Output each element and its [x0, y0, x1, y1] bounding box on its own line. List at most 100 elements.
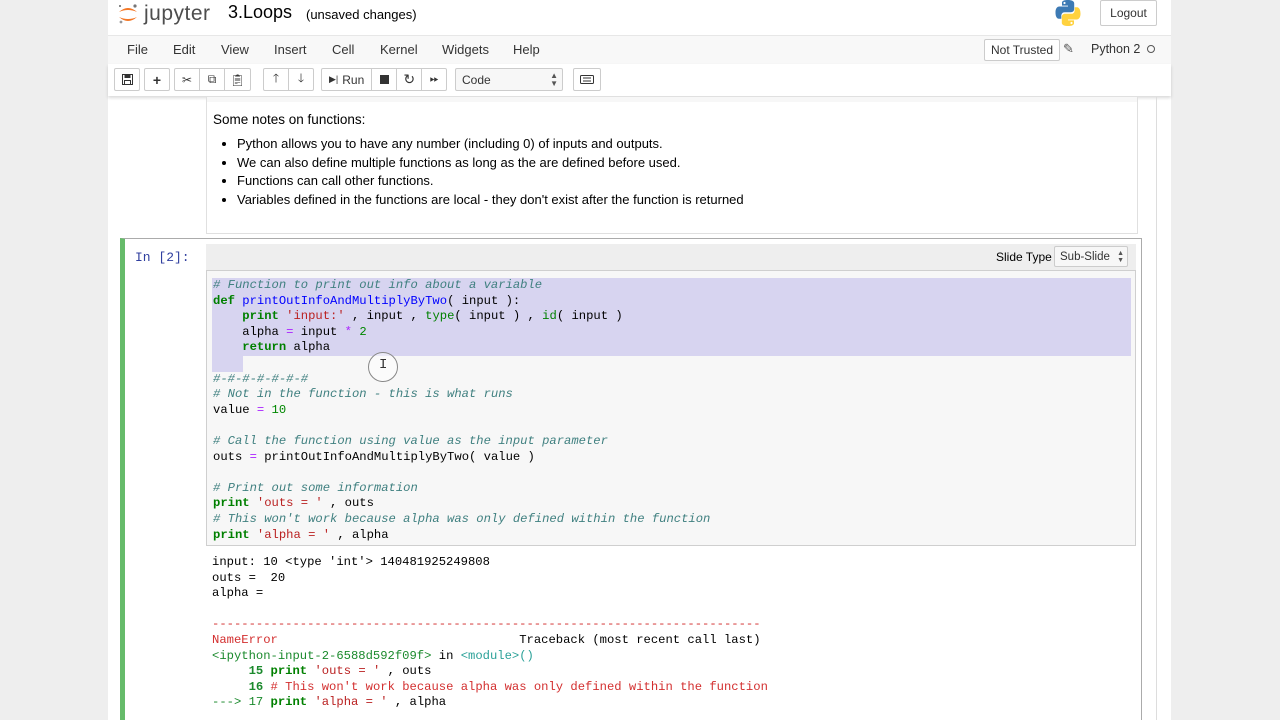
pencil-icon[interactable]: ✎	[1063, 41, 1074, 57]
string-literal: 'outs = '	[256, 496, 323, 511]
operator: =	[256, 402, 265, 417]
plus-icon: +	[152, 71, 162, 88]
cell-type-value: Code	[462, 72, 491, 87]
builtin-id: id	[542, 309, 557, 324]
menu-file[interactable]: File	[127, 42, 148, 57]
slide-type-value: Sub-Slide	[1060, 250, 1110, 263]
notebook-container: Some notes on functions: Python allows y…	[108, 97, 1171, 720]
menu-widgets[interactable]: Widgets	[442, 42, 489, 57]
traceback-line-number: 15	[248, 664, 264, 679]
right-gutter	[1171, 0, 1280, 720]
ibeam-cursor-icon: I	[379, 357, 388, 373]
run-icon: ▶︎|	[329, 74, 339, 84]
insert-cell-button[interactable]: +	[144, 68, 170, 91]
return-keyword: return	[242, 340, 287, 355]
code-line-16: # This won't work because alpha was only…	[213, 511, 711, 526]
cut-button[interactable]: ✂	[174, 68, 200, 91]
cell-toolbar: Slide Type Sub-Slide ▲ ▼	[206, 244, 1136, 270]
code-line-8: # Not in the function - this is what run…	[213, 387, 513, 402]
move-down-button[interactable]: 🡓	[288, 68, 314, 91]
jupyter-logo-icon	[119, 4, 137, 24]
cell-type-select[interactable]: Code ▲ ▼	[455, 68, 563, 91]
toolbar: + ✂ ⧉ 📋︎ 🡑 🡓 ▶︎| Run ↻ ⏩︎ Code ▲ ▼	[108, 64, 1171, 96]
code-line-1: # Function to print out info about a var…	[213, 278, 543, 292]
arrow-down-icon: 🡓	[297, 71, 305, 85]
run-button[interactable]: ▶︎| Run	[321, 68, 373, 91]
code-line-11: # Call the function using value as the i…	[213, 433, 608, 448]
list-item: Python allows you to have any number (in…	[237, 135, 744, 154]
python-logo-icon	[1055, 0, 1081, 26]
menu-insert[interactable]: Insert	[274, 42, 307, 57]
number-literal: 2	[359, 324, 367, 339]
logout-button[interactable]: Logout	[1100, 0, 1157, 26]
menu-view[interactable]: View	[221, 42, 249, 57]
copy-icon: ⧉	[207, 72, 217, 86]
operator: =	[249, 449, 257, 464]
traceback-marker: --->	[212, 695, 249, 710]
interrupt-button[interactable]	[371, 68, 398, 91]
menu-help[interactable]: Help	[513, 42, 540, 57]
restart-icon: ↻	[403, 71, 416, 87]
jupyter-logo[interactable]: jupyter	[116, 1, 211, 27]
notebook-title[interactable]: 3.Loops	[228, 2, 292, 23]
input-prompt: In [2]:	[135, 250, 190, 265]
error-name: NameError	[212, 632, 278, 647]
restart-button[interactable]: ↻	[396, 68, 423, 91]
menu-edit[interactable]: Edit	[173, 42, 195, 57]
markdown-list: Python allows you to have any number (in…	[217, 135, 744, 209]
move-up-button[interactable]: 🡑	[263, 68, 289, 91]
menu-cell[interactable]: Cell	[332, 42, 354, 57]
print-keyword: print	[213, 496, 250, 511]
markdown-cell[interactable]: Some notes on functions: Python allows y…	[206, 97, 1138, 234]
cell-toolbar-stub	[207, 97, 1137, 102]
left-gutter	[0, 0, 108, 720]
logo-text: jupyter	[144, 2, 211, 25]
operator: *	[344, 324, 352, 339]
print-keyword: print	[213, 527, 250, 542]
notebook-page: jupyter 3.Loops (unsaved changes) Logout…	[108, 0, 1171, 720]
code-content[interactable]: # Function to print out info about a var…	[213, 278, 710, 543]
output-line: alpha =	[212, 586, 264, 601]
kernel-name: Python 2	[1091, 42, 1141, 56]
output-line: outs = 20	[212, 570, 286, 585]
select-arrows-icon: ▲ ▼	[1117, 250, 1124, 264]
traceback-module: <module>()	[460, 648, 534, 663]
paste-icon: 📋︎	[230, 72, 246, 87]
function-name: printOutInfoAndMultiplyByTwo	[242, 293, 448, 308]
list-item: We can also define multiple functions as…	[237, 154, 744, 173]
code-line-7: #-#-#-#-#-#-#	[213, 371, 309, 386]
copy-button[interactable]: ⧉	[199, 68, 225, 91]
keyboard-icon	[580, 75, 594, 84]
menu-kernel[interactable]: Kernel	[380, 42, 418, 57]
save-status: (unsaved changes)	[306, 7, 417, 22]
string-literal: 'input:'	[286, 309, 345, 324]
traceback-line-code: # This won't work because alpha was only…	[270, 679, 768, 694]
builtin-type: type	[425, 309, 455, 324]
traceback-marker	[212, 680, 249, 694]
list-item: Variables defined in the functions are l…	[237, 191, 744, 210]
command-palette-button[interactable]	[573, 68, 601, 91]
def-keyword: def	[213, 293, 235, 308]
markdown-intro: Some notes on functions:	[213, 112, 366, 127]
cut-icon: ✂	[181, 72, 193, 87]
paste-button[interactable]: 📋︎	[224, 68, 252, 91]
code-editor[interactable]: # Function to print out info about a var…	[206, 270, 1136, 546]
slide-type-select[interactable]: Sub-Slide ▲ ▼	[1054, 246, 1128, 267]
scrollbar-track[interactable]	[1156, 97, 1157, 720]
traceback-in: in	[438, 648, 454, 663]
traceback-line-number: 17	[248, 695, 264, 710]
kernel-status-icon	[1147, 45, 1155, 53]
save-icon	[121, 74, 133, 85]
traceback-separator: ----------------------------------------…	[212, 617, 761, 632]
traceback-marker	[212, 664, 249, 678]
traceback-line-number: 16	[248, 679, 264, 694]
output-line: input: 10 <type 'int'> 140481925249808	[212, 555, 490, 569]
number-literal: 10	[271, 402, 287, 417]
trust-button[interactable]: Not Trusted	[984, 39, 1061, 61]
restart-run-all-button[interactable]: ⏩︎	[421, 68, 448, 91]
stop-icon	[379, 75, 389, 84]
save-button[interactable]	[114, 68, 140, 91]
run-label: Run	[342, 72, 365, 87]
select-arrows-icon: ▲ ▼	[550, 71, 558, 88]
arrow-up-icon: 🡑	[272, 71, 280, 85]
